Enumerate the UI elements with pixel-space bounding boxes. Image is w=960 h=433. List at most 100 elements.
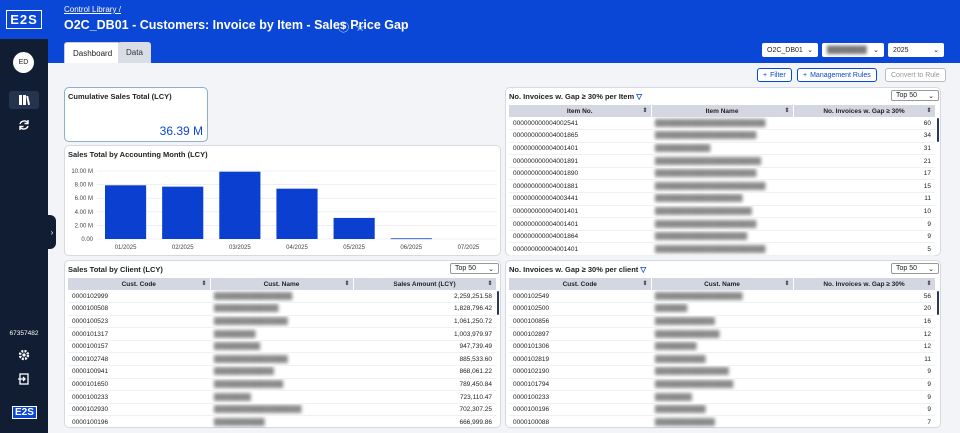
clients-top-select[interactable]: Top 50 ⌄: [450, 263, 499, 274]
table-row[interactable]: 000000000004003441 ███████████████████ 11: [509, 192, 935, 206]
table-row[interactable]: 0000100196 ███████████ 9: [509, 403, 935, 417]
table-row[interactable]: 000000000004002541 ██████████████████████…: [509, 117, 935, 131]
table-row[interactable]: 0000102500 ███████ 20: [509, 302, 935, 316]
table-row[interactable]: 0000100088 █████████████ 7: [509, 415, 935, 430]
sidebar-collapse-toggle[interactable]: ›: [48, 215, 56, 249]
redacted-text: ██████████████: [214, 305, 279, 313]
table-row[interactable]: 0000101306 █████████ 12: [509, 340, 935, 354]
tab-data[interactable]: Data: [118, 42, 151, 63]
entity-select[interactable]: ████████ ⌄: [822, 43, 884, 57]
filter-icon[interactable]: ▽: [636, 92, 642, 101]
table-row[interactable]: 000000000004001401 ████████████ 31: [509, 142, 935, 156]
refresh-icon[interactable]: [17, 118, 31, 132]
table-cell: 5: [793, 242, 935, 257]
table-row[interactable]: 0000102819 ███████████ 11: [509, 352, 935, 367]
table-row[interactable]: 000000000004001891 ██████████████████████…: [509, 154, 935, 168]
table-row[interactable]: 000000000004001401 █████████████████████ 1…: [509, 205, 935, 219]
column-header[interactable]: No. Invoices w. Gap ≥ 30% ⇕: [793, 105, 936, 117]
sort-icon[interactable]: ⇕: [926, 107, 931, 114]
column-header[interactable]: Item No. ⇕: [509, 105, 652, 117]
sort-icon[interactable]: ⇕: [201, 280, 206, 287]
table-cell: 15: [793, 179, 935, 194]
bar[interactable]: [390, 238, 432, 240]
table-row[interactable]: 0000102549 ███████████████████ 56: [509, 290, 935, 304]
chevron-down-icon: ⌄: [488, 265, 494, 273]
items-title: No. Invoices w. Gap ≥ 30% per Item ▽: [509, 92, 642, 101]
column-header[interactable]: Cust. Name ⇕: [651, 278, 794, 290]
column-header[interactable]: Cust. Code ⇕: [509, 278, 652, 290]
table-row[interactable]: 0000102897 ██████████████ 12: [509, 327, 935, 341]
table-row[interactable]: 0000102748 ████████████████ 885,533.60: [68, 352, 496, 367]
items-top-select[interactable]: Top 50 ⌄: [891, 90, 939, 101]
sort-icon[interactable]: ⇕: [642, 280, 647, 287]
table-cell: 10: [793, 205, 935, 219]
dashboard-select[interactable]: O2C_DB01 ⌄: [762, 43, 818, 57]
bar[interactable]: [219, 171, 261, 239]
bar[interactable]: [162, 186, 204, 239]
column-header[interactable]: Cust. Name ⇕: [210, 278, 354, 290]
table-row[interactable]: 0000100856 █████████████ 16: [509, 315, 935, 329]
table-row[interactable]: 000000000004001881 ██████████████████████…: [509, 179, 935, 194]
table-row[interactable]: 0000101794 █████████████████ 9: [509, 378, 935, 392]
gear-icon[interactable]: [17, 348, 31, 362]
year-select[interactable]: 2025 ⌄: [888, 43, 944, 57]
table-cell: 000000000004001865: [509, 129, 651, 143]
column-header-label: Cust. Name: [704, 280, 740, 288]
table-row[interactable]: 0000100233 ████████ 9: [509, 390, 935, 404]
table-row[interactable]: 0000102190 ████████████████ 9: [509, 365, 935, 379]
table-row[interactable]: 0000100508 ██████████████ 1,828,796.42: [68, 302, 496, 316]
star-icon[interactable]: ☆: [355, 22, 365, 34]
table-row[interactable]: 0000102999 █████████████████ 2,259,251.58: [68, 290, 496, 304]
sort-icon[interactable]: ⇕: [642, 107, 647, 114]
table-row[interactable]: 0000100941 █████████████ 868,061.22: [68, 365, 496, 379]
table-row[interactable]: 0000101317 █████████ 1,003,979.97: [68, 327, 496, 341]
convert-to-rule-button[interactable]: Convert to Rule: [885, 68, 946, 82]
table-row[interactable]: 000000000004001401 ██████████████████████…: [509, 217, 935, 231]
sort-icon[interactable]: ⇕: [487, 280, 492, 287]
sort-icon[interactable]: ⇕: [926, 280, 931, 287]
filter-button-label: Filter: [770, 71, 786, 79]
bar[interactable]: [105, 185, 147, 239]
clients-scrollbar[interactable]: [497, 291, 499, 315]
library-icon[interactable]: [17, 93, 31, 107]
management-rules-button[interactable]: + Management Rules: [797, 68, 877, 82]
table-row[interactable]: 0000100196 ███████████ 666,999.86: [68, 415, 496, 430]
bar[interactable]: [333, 217, 375, 239]
table-cell: ██████████: [210, 340, 353, 354]
column-header[interactable]: Sales Amount (LCY) ⇕: [353, 278, 497, 290]
breadcrumb[interactable]: Control Library /: [64, 5, 121, 14]
table-row[interactable]: 0000102930 ███████████████████ 702,307.25: [68, 403, 496, 417]
column-header-label: No. Invoices w. Gap ≥ 30%: [823, 107, 905, 115]
logout-icon[interactable]: [17, 372, 31, 386]
gap-clients-scrollbar[interactable]: [937, 291, 939, 315]
table-cell: 20: [793, 302, 935, 316]
gap-clients-top-select[interactable]: Top 50 ⌄: [891, 263, 939, 274]
column-header[interactable]: Cust. Code ⇕: [68, 278, 211, 290]
table-row[interactable]: 000000000004001401 ██████████████████████…: [509, 242, 935, 257]
table-row[interactable]: 0000100233 ████████ 723,110.47: [68, 390, 496, 404]
redacted-text: █████████████: [655, 317, 715, 325]
table-cell: 000000000004001864: [509, 230, 651, 244]
avatar[interactable]: ED: [13, 52, 34, 73]
table-row[interactable]: 000000000004001890 ██████████████████████…: [509, 167, 935, 181]
bar[interactable]: [276, 188, 318, 239]
items-table: Item No. ⇕ Item Name ⇕ No. Invoices w. Gap ≥…: [509, 105, 936, 257]
table-row[interactable]: 000000000004001864 ████████████████████ 9: [509, 230, 935, 244]
sort-icon[interactable]: ⇕: [784, 107, 789, 114]
column-header[interactable]: Item Name ⇕: [651, 105, 794, 117]
info-icon[interactable]: ⓘ: [338, 22, 349, 34]
column-header[interactable]: No. Invoices w. Gap ≥ 30% ⇕: [793, 278, 936, 290]
items-scrollbar[interactable]: [937, 118, 939, 142]
table-row[interactable]: 0000101650 ███████████████ 789,450.84: [68, 378, 496, 392]
app-logo[interactable]: E2S: [6, 10, 42, 29]
table-cell: 9: [793, 378, 935, 392]
table-row[interactable]: 0000100523 ████████████████ 1,061,250.72: [68, 315, 496, 329]
filter-icon[interactable]: ▽: [640, 265, 646, 274]
sort-icon[interactable]: ⇕: [344, 280, 349, 287]
y-tick-label: 0.00: [81, 237, 93, 243]
sort-icon[interactable]: ⇕: [784, 280, 789, 287]
tab-dashboard[interactable]: Dashboard: [64, 42, 122, 63]
table-row[interactable]: 000000000004001865 ██████████████████████…: [509, 129, 935, 143]
table-row[interactable]: 0000100157 ██████████ 947,739.49: [68, 340, 496, 354]
filter-button[interactable]: + Filter: [757, 68, 792, 82]
